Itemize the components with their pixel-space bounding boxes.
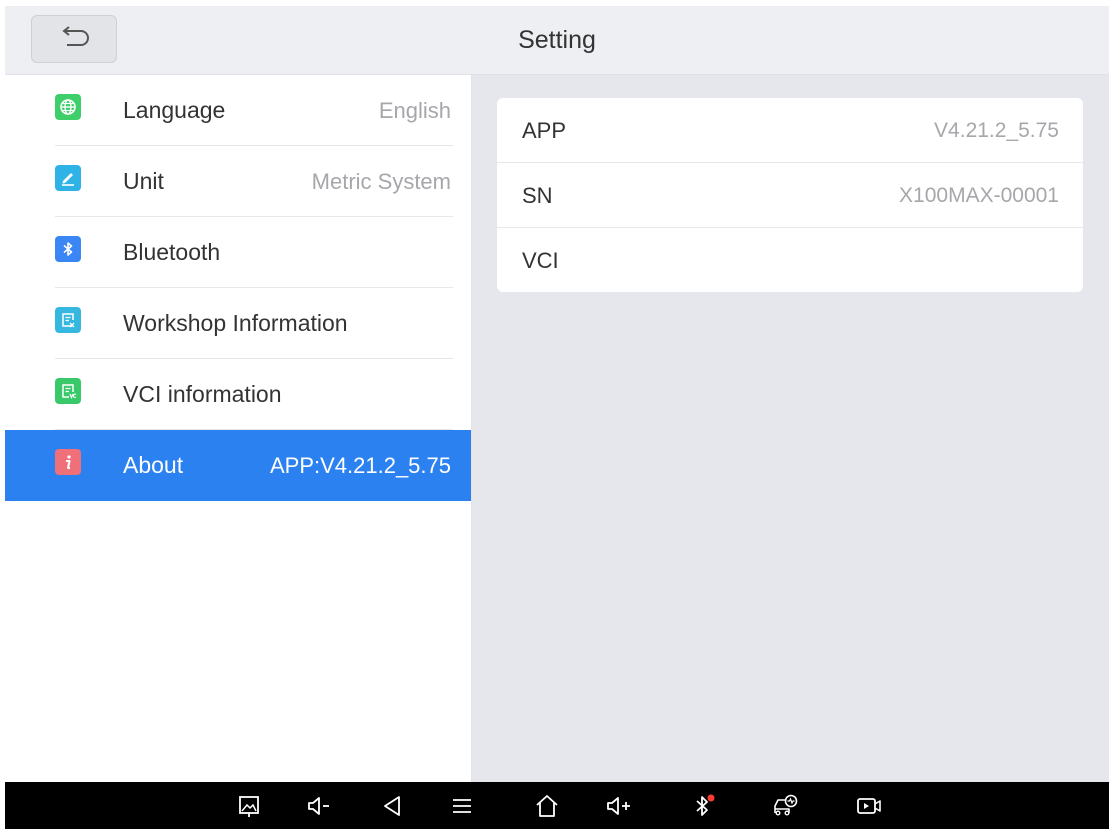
menu-icon[interactable] bbox=[446, 790, 478, 822]
car-diagnostic-icon[interactable] bbox=[769, 790, 801, 822]
sidebar-item-label: Workshop Information bbox=[123, 310, 348, 336]
screen-record-icon[interactable] bbox=[853, 790, 885, 822]
about-row-key: VCI bbox=[522, 248, 559, 273]
app-screen: Setting Language English Unit Metric Sys… bbox=[5, 6, 1109, 782]
bluetooth-status-icon[interactable] bbox=[688, 790, 720, 822]
pencil-icon bbox=[55, 165, 81, 191]
header-bar: Setting bbox=[5, 6, 1109, 75]
page-title: Setting bbox=[518, 26, 596, 54]
sidebar-item-value: English bbox=[378, 98, 451, 123]
volume-up-icon[interactable] bbox=[604, 790, 636, 822]
sidebar-item-label: Unit bbox=[123, 168, 164, 194]
system-navigation-bar bbox=[5, 782, 1109, 829]
sidebar-item-bluetooth[interactable]: Bluetooth bbox=[5, 217, 471, 288]
sidebar-item-label: Language bbox=[123, 97, 226, 123]
sidebar-item-label: About bbox=[123, 452, 184, 478]
sidebar-item-value: Metric System bbox=[311, 169, 451, 194]
sidebar-item-vci-information[interactable]: VCI information bbox=[5, 359, 471, 430]
sidebar-item-unit[interactable]: Unit Metric System bbox=[5, 146, 471, 217]
about-info-card: APP V4.21.2_5.75 SN X100MAX-00001 VCI bbox=[497, 98, 1083, 292]
about-row-vci[interactable]: VCI bbox=[497, 228, 1083, 293]
volume-down-icon[interactable] bbox=[304, 790, 336, 822]
sidebar-item-language[interactable]: Language English bbox=[5, 75, 471, 146]
info-icon bbox=[55, 449, 81, 475]
sidebar-item-about[interactable]: About APP:V4.21.2_5.75 bbox=[5, 430, 471, 501]
about-row-value: X100MAX-00001 bbox=[899, 184, 1059, 207]
globe-icon bbox=[55, 94, 81, 120]
back-triangle-icon[interactable] bbox=[376, 790, 408, 822]
document-icon bbox=[55, 307, 81, 333]
about-row-key: SN bbox=[522, 183, 553, 208]
about-row-app: APP V4.21.2_5.75 bbox=[497, 98, 1083, 163]
sidebar-item-label: VCI information bbox=[123, 381, 282, 407]
bluetooth-icon bbox=[55, 236, 81, 262]
sidebar-item-value: APP:V4.21.2_5.75 bbox=[269, 453, 451, 478]
settings-sidebar: Language English Unit Metric System Blue… bbox=[5, 75, 472, 782]
vci-document-icon bbox=[55, 378, 81, 404]
about-row-sn: SN X100MAX-00001 bbox=[497, 163, 1083, 228]
sidebar-item-workshop-information[interactable]: Workshop Information bbox=[5, 288, 471, 359]
about-row-key: APP bbox=[522, 118, 567, 143]
sidebar-item-label: Bluetooth bbox=[123, 239, 221, 265]
screenshot-icon[interactable] bbox=[233, 790, 265, 822]
home-icon[interactable] bbox=[531, 790, 563, 822]
about-row-value: V4.21.2_5.75 bbox=[934, 119, 1059, 142]
